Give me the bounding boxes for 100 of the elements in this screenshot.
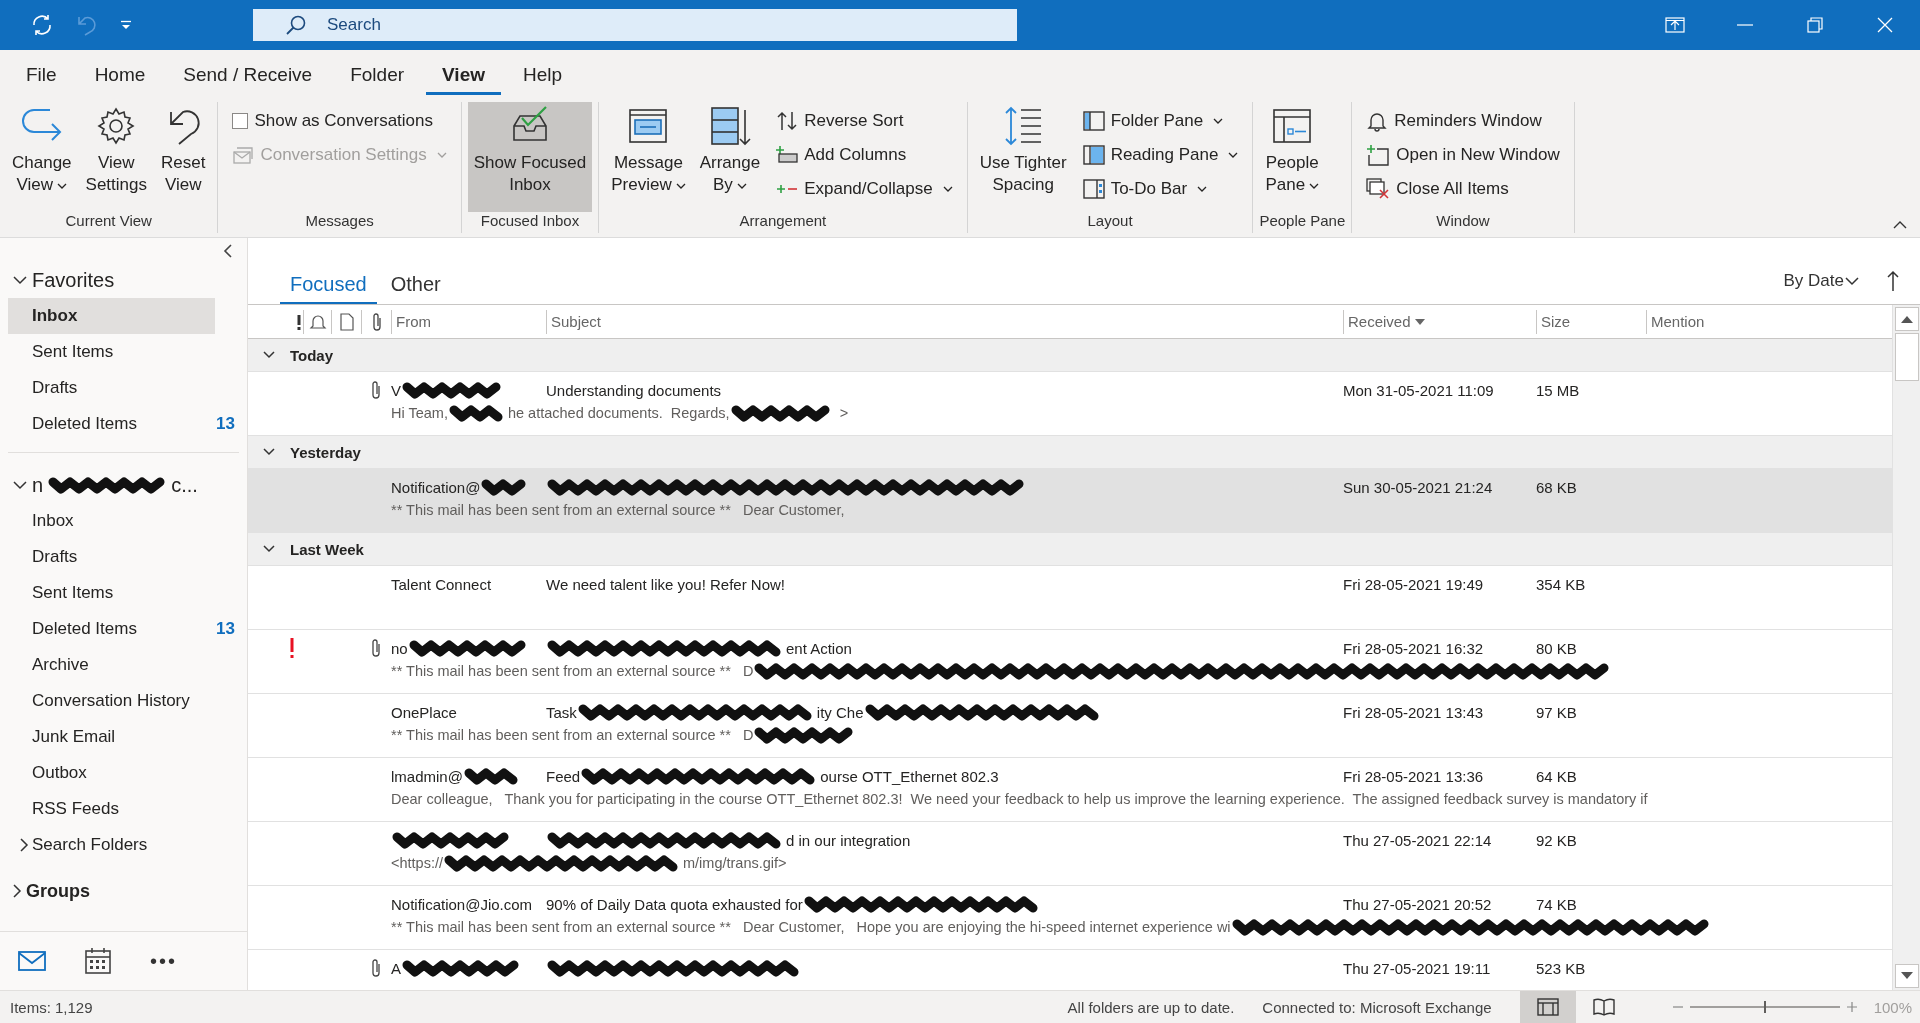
column-header[interactable]: Subject	[551, 313, 602, 330]
subject-text: Task	[546, 703, 577, 721]
group-header[interactable]: Today	[248, 339, 1892, 372]
checkbox[interactable]	[232, 113, 249, 129]
received-time: Thu 27-05-2021 22:14	[1343, 831, 1492, 849]
unread-count: 13	[216, 619, 235, 639]
preview-text: Dear colleague, Thank you for participating in the course OTT_Ethernet 802.3! We need your feedback to help us improve the learning experience. The assigned feedback survey is mandatory if	[391, 791, 1648, 807]
todo-bar-icon	[1082, 179, 1105, 199]
message-size: 64 KB	[1536, 767, 1577, 785]
received-time: Fri 28-05-2021 16:32	[1343, 639, 1484, 657]
minimize-icon	[1737, 23, 1753, 27]
customize-button[interactable]	[120, 20, 132, 30]
sort-dropdown[interactable]: By Date	[1783, 271, 1860, 291]
folder-item[interactable]: RSS Feeds	[8, 791, 215, 827]
envelopes-icon	[232, 145, 255, 165]
menu-tab[interactable]: Folder	[334, 53, 421, 95]
folder-item[interactable]: Conversation History	[8, 683, 215, 719]
folder-item[interactable]: Outbox	[8, 755, 215, 791]
search-field[interactable]: Search	[253, 9, 1017, 41]
bell-icon	[308, 312, 327, 331]
ribbon-button[interactable]: Close All Items	[1362, 174, 1564, 204]
folder-name: Sent Items	[32, 342, 114, 362]
column-header[interactable]: Size	[1541, 313, 1571, 330]
column-header[interactable]: Received	[1348, 313, 1411, 330]
zoom-level: 100%	[1873, 998, 1912, 1016]
inbox-tab[interactable]: Other	[380, 273, 451, 304]
column-header[interactable]: Mention	[1651, 313, 1705, 330]
add-column-icon	[776, 145, 799, 165]
group-label: Layout	[1086, 212, 1134, 229]
subject-text: We need talent like you! Refer Now!	[546, 575, 785, 593]
group-header[interactable]: Yesterday	[248, 436, 1892, 469]
received-time: Fri 28-05-2021 13:43	[1343, 703, 1484, 721]
sync-button[interactable]	[30, 13, 54, 37]
ribbon-button[interactable]: Open in New Window	[1362, 140, 1564, 170]
document-icon	[339, 312, 354, 331]
ribbon-button[interactable]: Message Preview	[605, 102, 692, 212]
folder-item[interactable]: Sent Items	[8, 334, 215, 370]
group-label: Current View	[64, 212, 153, 229]
folder-item[interactable]: Sent Items	[8, 575, 215, 611]
menu-tab[interactable]: View	[426, 53, 501, 95]
message-size: 92 KB	[1536, 831, 1577, 849]
menu-tab[interactable]: Send / Receive	[167, 53, 329, 95]
scroll-up-icon	[1900, 315, 1913, 323]
ribbon-button[interactable]: People Pane	[1259, 102, 1326, 212]
close-windows-icon	[1366, 178, 1391, 200]
subject-text: d in our integration	[786, 831, 911, 849]
menu-tab[interactable]: Home	[78, 53, 162, 95]
ribbon-button[interactable]: Show Focused Inbox	[467, 102, 593, 212]
folder-name: Drafts	[32, 547, 78, 567]
subject-text: 90% of Daily Data quota exhausted for	[546, 895, 803, 913]
menu-tab[interactable]: File	[10, 53, 73, 95]
column-header[interactable]: From	[396, 313, 431, 330]
ribbon-button[interactable]: Expand/Collapse	[772, 174, 957, 204]
group-header[interactable]: Last Week	[248, 533, 1892, 566]
ribbon-button[interactable]: Add Columns	[772, 140, 957, 170]
view-button[interactable]	[1519, 991, 1576, 1023]
preview-text: ** This mail has been sent from an external source ** D	[391, 663, 754, 679]
group-label: Today	[290, 346, 334, 364]
connection-status: Connected to: Microsoft Exchange	[1262, 998, 1492, 1016]
more-button[interactable]: •••	[150, 941, 177, 981]
ribbon-button[interactable]: Reminders Window	[1362, 106, 1564, 136]
folder-item[interactable]: Inbox	[8, 298, 215, 334]
ribbon-button[interactable]: Use Tighter Spacing	[973, 102, 1073, 212]
slider-thumb[interactable]	[1763, 1001, 1766, 1013]
ribbon-button[interactable]: View Settings	[79, 102, 153, 212]
unread-count: 13	[216, 414, 235, 434]
folder-item[interactable]: Archive	[8, 647, 215, 683]
sender-name: Notification@Jio.com	[391, 895, 533, 913]
ribbon-button[interactable]: Reverse Sort	[772, 106, 957, 136]
sender-name: Talent Connect	[391, 575, 492, 593]
folder-name: Drafts	[32, 378, 78, 398]
ribbon-button[interactable]: To-Do Bar	[1078, 174, 1243, 204]
subject-text: ent Action	[786, 639, 852, 657]
subject-text: Feed	[546, 767, 581, 785]
restore-icon	[1807, 17, 1823, 33]
folder-item[interactable]: Junk Email	[8, 719, 215, 755]
folder-item[interactable]: Search Folders	[8, 827, 215, 863]
message-size: 74 KB	[1536, 895, 1577, 913]
inbox-tab[interactable]: Focused	[280, 273, 377, 304]
ribbon-button[interactable]: Arrange By	[693, 102, 767, 212]
received-time: Thu 27-05-2021 20:52	[1343, 895, 1492, 913]
folder-item[interactable]: Drafts	[8, 539, 215, 575]
received-time: Thu 27-05-2021 19:11	[1343, 959, 1491, 977]
section-title: Groups	[26, 880, 90, 902]
ribbon-button[interactable]: Change View	[6, 102, 78, 212]
checkbox-label[interactable]: Show as Conversations	[254, 111, 433, 131]
folder-item[interactable]: Drafts	[8, 370, 215, 406]
ribbon-button[interactable]: Folder Pane	[1078, 106, 1243, 136]
section-title: n	[32, 473, 44, 497]
sender-name: OnePlace	[391, 703, 457, 721]
scrollbar-thumb[interactable]	[1894, 333, 1919, 381]
folder-item[interactable]: Inbox	[8, 503, 215, 539]
mail-row[interactable]: Notification@ Sun 30-05-2021 21:24 68 KB ** This mail has been sent from an external source ** Dear Customer,	[248, 469, 1892, 533]
group-label: Window	[1435, 212, 1491, 229]
ribbon-button[interactable]: Reset View	[155, 102, 212, 212]
ribbon-display-icon	[1665, 17, 1685, 33]
menu-tab[interactable]: Help	[507, 53, 579, 95]
message-size: 523 KB	[1536, 959, 1586, 977]
ribbon-button[interactable]: Reading Pane	[1078, 140, 1243, 170]
preview-text: m/img/trans.gif>	[683, 855, 787, 871]
